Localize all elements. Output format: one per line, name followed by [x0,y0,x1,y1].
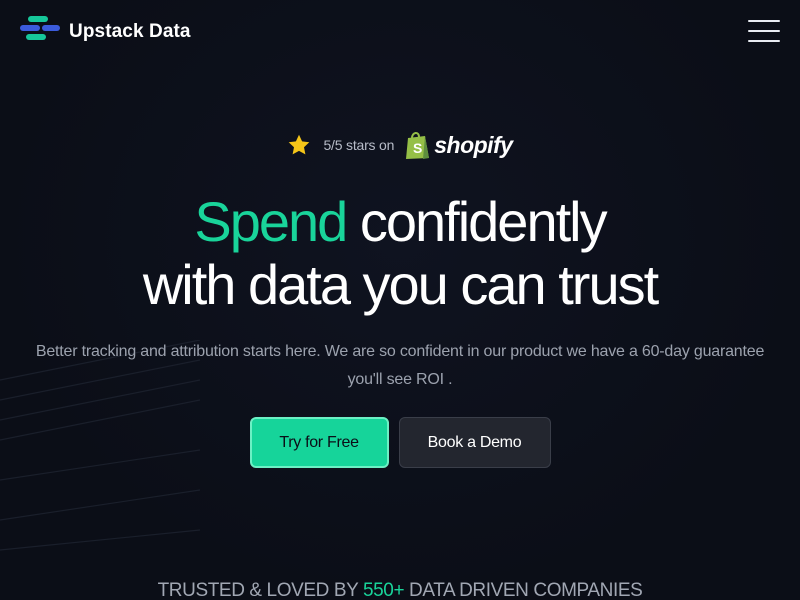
site-header: Upstack Data [0,0,800,64]
rating-text: 5/5 stars on [323,137,395,153]
brand-logo-link[interactable]: Upstack Data [20,16,191,48]
brand-name: Upstack Data [69,21,191,42]
subtext-line1: Better tracking and attribution starts h… [35,343,765,360]
try-for-free-button[interactable]: Try for Free [249,417,389,468]
trusted-prefix: TRUSTED & LOVED BY [157,580,359,600]
hero-headline: Spend confidently with data you can trus… [0,190,800,316]
rating-badge: 5/5 stars on S shopify [0,130,800,160]
landing-page: Upstack Data 5/5 stars on S shopify Spen… [0,0,800,600]
hamburger-menu-icon[interactable] [748,20,780,44]
shopify-wordmark: shopify [434,131,513,158]
headline-accent: Spend [194,190,348,253]
cta-group: Try for Free Book a Demo [0,417,800,468]
shopify-bag-icon: S [406,132,430,159]
hero-subtext: Better tracking and attribution starts h… [10,338,790,394]
trusted-suffix: DATA DRIVEN COMPANIES [409,580,643,600]
headline-line2: with data you can trust [142,253,659,316]
subtext-line2: you'll see ROI . [347,371,453,388]
headline-line1-rest: confidently [359,190,608,253]
upstack-logo-icon [20,16,62,48]
svg-text:S: S [413,140,422,156]
trusted-count: 550+ [362,580,405,600]
star-icon [289,134,310,155]
trusted-by-banner: TRUSTED & LOVED BY 550+ DATA DRIVEN COMP… [0,580,800,600]
book-a-demo-button[interactable]: Book a Demo [398,417,551,468]
